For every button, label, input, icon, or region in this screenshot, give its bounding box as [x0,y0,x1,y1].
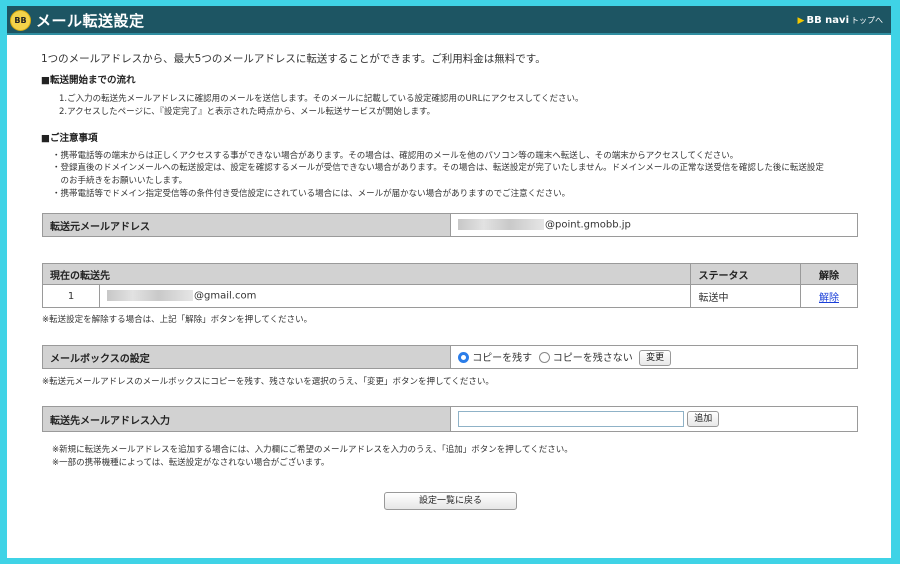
cautions-heading: ■ご注意事項 [41,133,98,144]
main-window: BB メール転送設定 ▶ BB navi トップへ 1つのメールアドレスから、最… [7,6,891,558]
play-triangle-icon: ▶ [797,15,805,26]
add-note-1: ※新規に転送先メールアドレスを追加する場合には、入力欄にご希望のメールアドレスを… [52,445,573,455]
redacted-local-part [107,290,193,302]
caution-item-2-cont: のお手続きをお願いいたします。 [52,176,188,186]
caution-item-2: ・登録直後のドメインメールへの転送設定は、設定を確認するメールが受信できない場合… [52,163,824,173]
source-address-label: 転送元メールアドレス [42,213,451,237]
add-destination-label: 転送先メールアドレス入力 [42,406,451,432]
col-cancel: 解除 [800,263,858,285]
table-row: 1 @gmail.com 転送中 解除 [42,284,858,308]
add-destination-input-cell: 追加 [450,406,858,432]
flow-heading: ■転送開始までの流れ [41,75,136,86]
row-index: 1 [42,284,100,308]
intro-text: 1つのメールアドレスから、最大5つのメールアドレスに転送することができます。ご利… [41,53,546,65]
bb-logo-icon: BB [10,10,31,31]
row-address-domain: @gmail.com [194,290,257,302]
redacted-local-part [458,219,544,231]
mailbox-setting-label: メールボックスの設定 [42,345,451,369]
bb-navi-top-link[interactable]: ▶ BB navi トップへ [798,15,883,26]
caution-item-1: ・携帯電話等の端末からは正しくアクセスする事ができない場合があります。その場合は… [52,151,739,161]
add-destination-table: 転送先メールアドレス入力 追加 [42,406,858,432]
add-button[interactable]: 追加 [687,411,720,427]
flow-step-1: 1.ご入力の転送先メールアドレスに確認用のメールを送信します。そのメールに記載し… [59,94,584,104]
mailbox-note: ※転送元メールアドレスのメールボックスにコピーを残す、残さないを選択のうえ、「変… [42,377,494,387]
page-title: メール転送設定 [36,12,145,30]
row-address: @gmail.com [98,284,692,308]
mailbox-setting-table: メールボックスの設定 コピーを残す コピーを残さない 変更 [42,345,858,369]
mailbox-setting-options: コピーを残す コピーを残さない 変更 [450,345,858,369]
title-bar: BB メール転送設定 ▶ BB navi トップへ [7,6,891,35]
keep-copy-radio[interactable] [458,352,469,363]
source-address-table: 転送元メールアドレス @point.gmobb.jp [42,213,858,237]
destination-email-input[interactable] [458,411,684,427]
back-to-settings-button[interactable]: 設定一覧に戻る [384,492,517,510]
flow-step-2: 2.アクセスしたページに、『設定完了』と表示された時点から、メール転送サービスが… [59,107,436,117]
col-status: ステータス [690,263,801,285]
destinations-table: 現在の転送先 ステータス 解除 1 @gmail.com 転送中 解除 [41,263,858,308]
bb-navi-suffix: トップへ [851,16,883,25]
source-address-value: @point.gmobb.jp [450,213,858,237]
row-cancel-cell: 解除 [800,284,858,308]
cancel-forward-link[interactable]: 解除 [819,293,839,304]
keep-copy-label[interactable]: コピーを残す [472,353,532,364]
change-button[interactable]: 変更 [639,349,672,366]
col-current-destination: 現在の転送先 [41,263,692,285]
add-note-2: ※一部の携帯機種によっては、転送設定がなされない場合がございます。 [52,458,330,468]
no-copy-label[interactable]: コピーを残さない [553,353,633,364]
source-address-domain: @point.gmobb.jp [545,219,631,231]
caution-item-3: ・携帯電話等でドメイン指定受信等の条件付き受信設定にされている場合には、メールが… [52,189,571,199]
cancel-note: ※転送設定を解除する場合は、上記「解除」ボタンを押してください。 [42,315,313,325]
bb-navi-label: BB navi [806,15,849,26]
no-copy-radio[interactable] [538,352,550,363]
row-status: 転送中 [690,284,801,308]
